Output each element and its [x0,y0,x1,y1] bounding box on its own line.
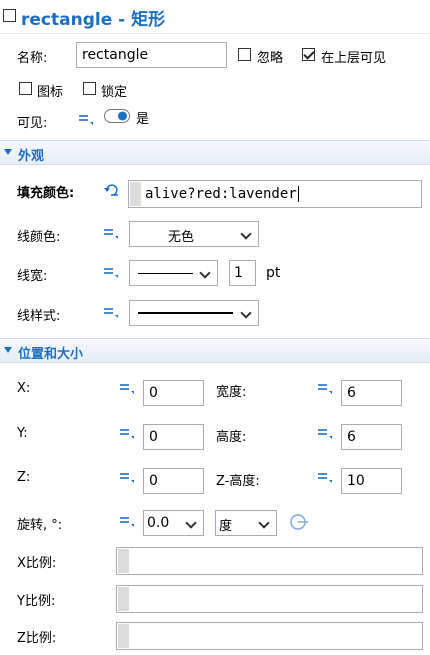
line-width-select[interactable] [129,260,218,286]
rotation-value: 0.0 [147,515,170,531]
y-label: Y: [17,426,28,441]
x-input[interactable]: 0 [143,380,204,406]
y-scale-label: Y比例: [17,594,56,609]
chevron-down-icon [199,267,211,279]
field-gutter [118,624,129,648]
show-on-top-label: 在上层可见 [321,51,387,66]
rotate-handle-icon[interactable] [289,514,309,530]
icon-label: 图标 [37,85,64,100]
z-height-label: Z-高度: [216,474,260,489]
static-value-icon[interactable] [104,266,118,278]
lock-checkbox[interactable] [83,82,96,95]
static-value-icon[interactable] [318,382,332,394]
fill-color-label: 填充颜色: [17,186,75,201]
y-scale-input[interactable] [116,585,423,613]
rotation-label: 旋转, °: [17,518,63,533]
static-value-icon[interactable] [120,427,134,439]
position-section-label: 位置和大小 [18,347,84,362]
z-height-input[interactable]: 10 [341,468,402,494]
appearance-section-label: 外观 [18,149,45,164]
chevron-down-icon [258,517,270,529]
static-value-icon[interactable] [120,382,134,394]
rotation-unit-select[interactable]: 度 [215,510,277,536]
static-value-icon[interactable] [120,515,134,527]
static-value-icon[interactable] [318,471,332,483]
static-value-icon[interactable] [104,306,118,318]
y-input[interactable]: 0 [143,424,204,450]
static-value-icon[interactable] [79,113,93,125]
z-input[interactable]: 0 [143,468,204,494]
height-input[interactable]: 6 [341,424,402,450]
position-section-header[interactable]: 位置和大小 [0,338,430,363]
name-input[interactable]: rectangle [76,42,227,68]
chevron-down-icon [4,149,12,155]
icon-checkbox[interactable] [19,82,32,95]
field-gutter [130,182,141,206]
line-style-preview [138,312,233,314]
chevron-down-icon [240,228,252,240]
static-value-icon[interactable] [104,227,118,239]
line-width-preview [138,273,193,274]
chevron-down-icon [4,347,12,353]
page-title: rectangle - 矩形 [21,10,166,30]
lock-label: 锁定 [101,85,128,100]
line-color-select[interactable]: 无色 [129,221,259,247]
line-width-input[interactable]: 1 [229,260,256,286]
rotation-select[interactable]: 0.0 [143,510,204,536]
z-label: Z: [17,470,31,485]
line-color-label: 线颜色: [17,230,61,245]
z-scale-label: Z比例: [17,631,57,646]
appearance-section-header[interactable]: 外观 [0,140,430,165]
ignore-checkbox[interactable] [238,48,251,61]
ignore-label: 忽略 [257,51,284,66]
visible-value: 是 [136,112,150,127]
width-input[interactable]: 6 [341,380,402,406]
static-value-icon[interactable] [120,471,134,483]
z-scale-input[interactable] [116,622,423,650]
chevron-down-icon [185,517,197,529]
chevron-down-icon [240,307,252,319]
static-value-icon[interactable] [318,427,332,439]
show-on-top-checkbox[interactable] [302,48,315,61]
visible-label: 可见: [17,116,48,131]
fill-color-input[interactable]: alive?red:lavender [128,180,422,208]
line-width-unit: pt [266,265,281,281]
width-label: 宽度: [216,385,247,400]
name-label: 名称: [17,51,48,66]
x-label: X: [17,381,31,396]
x-scale-label: X比例: [17,556,57,571]
fill-color-value: alive?red:lavender [145,186,297,202]
field-gutter [118,549,129,573]
rotation-unit: 度 [219,519,233,534]
line-width-label: 线宽: [17,269,48,284]
field-gutter [118,587,129,611]
dynamic-value-icon[interactable] [104,183,120,197]
x-scale-input[interactable] [116,547,423,575]
line-style-label: 线样式: [17,309,61,324]
collapse-toggle[interactable] [3,9,16,22]
visible-toggle[interactable] [104,109,130,123]
line-color-value: 无色 [168,230,195,245]
line-style-select[interactable] [129,300,259,326]
height-label: 高度: [216,430,247,445]
